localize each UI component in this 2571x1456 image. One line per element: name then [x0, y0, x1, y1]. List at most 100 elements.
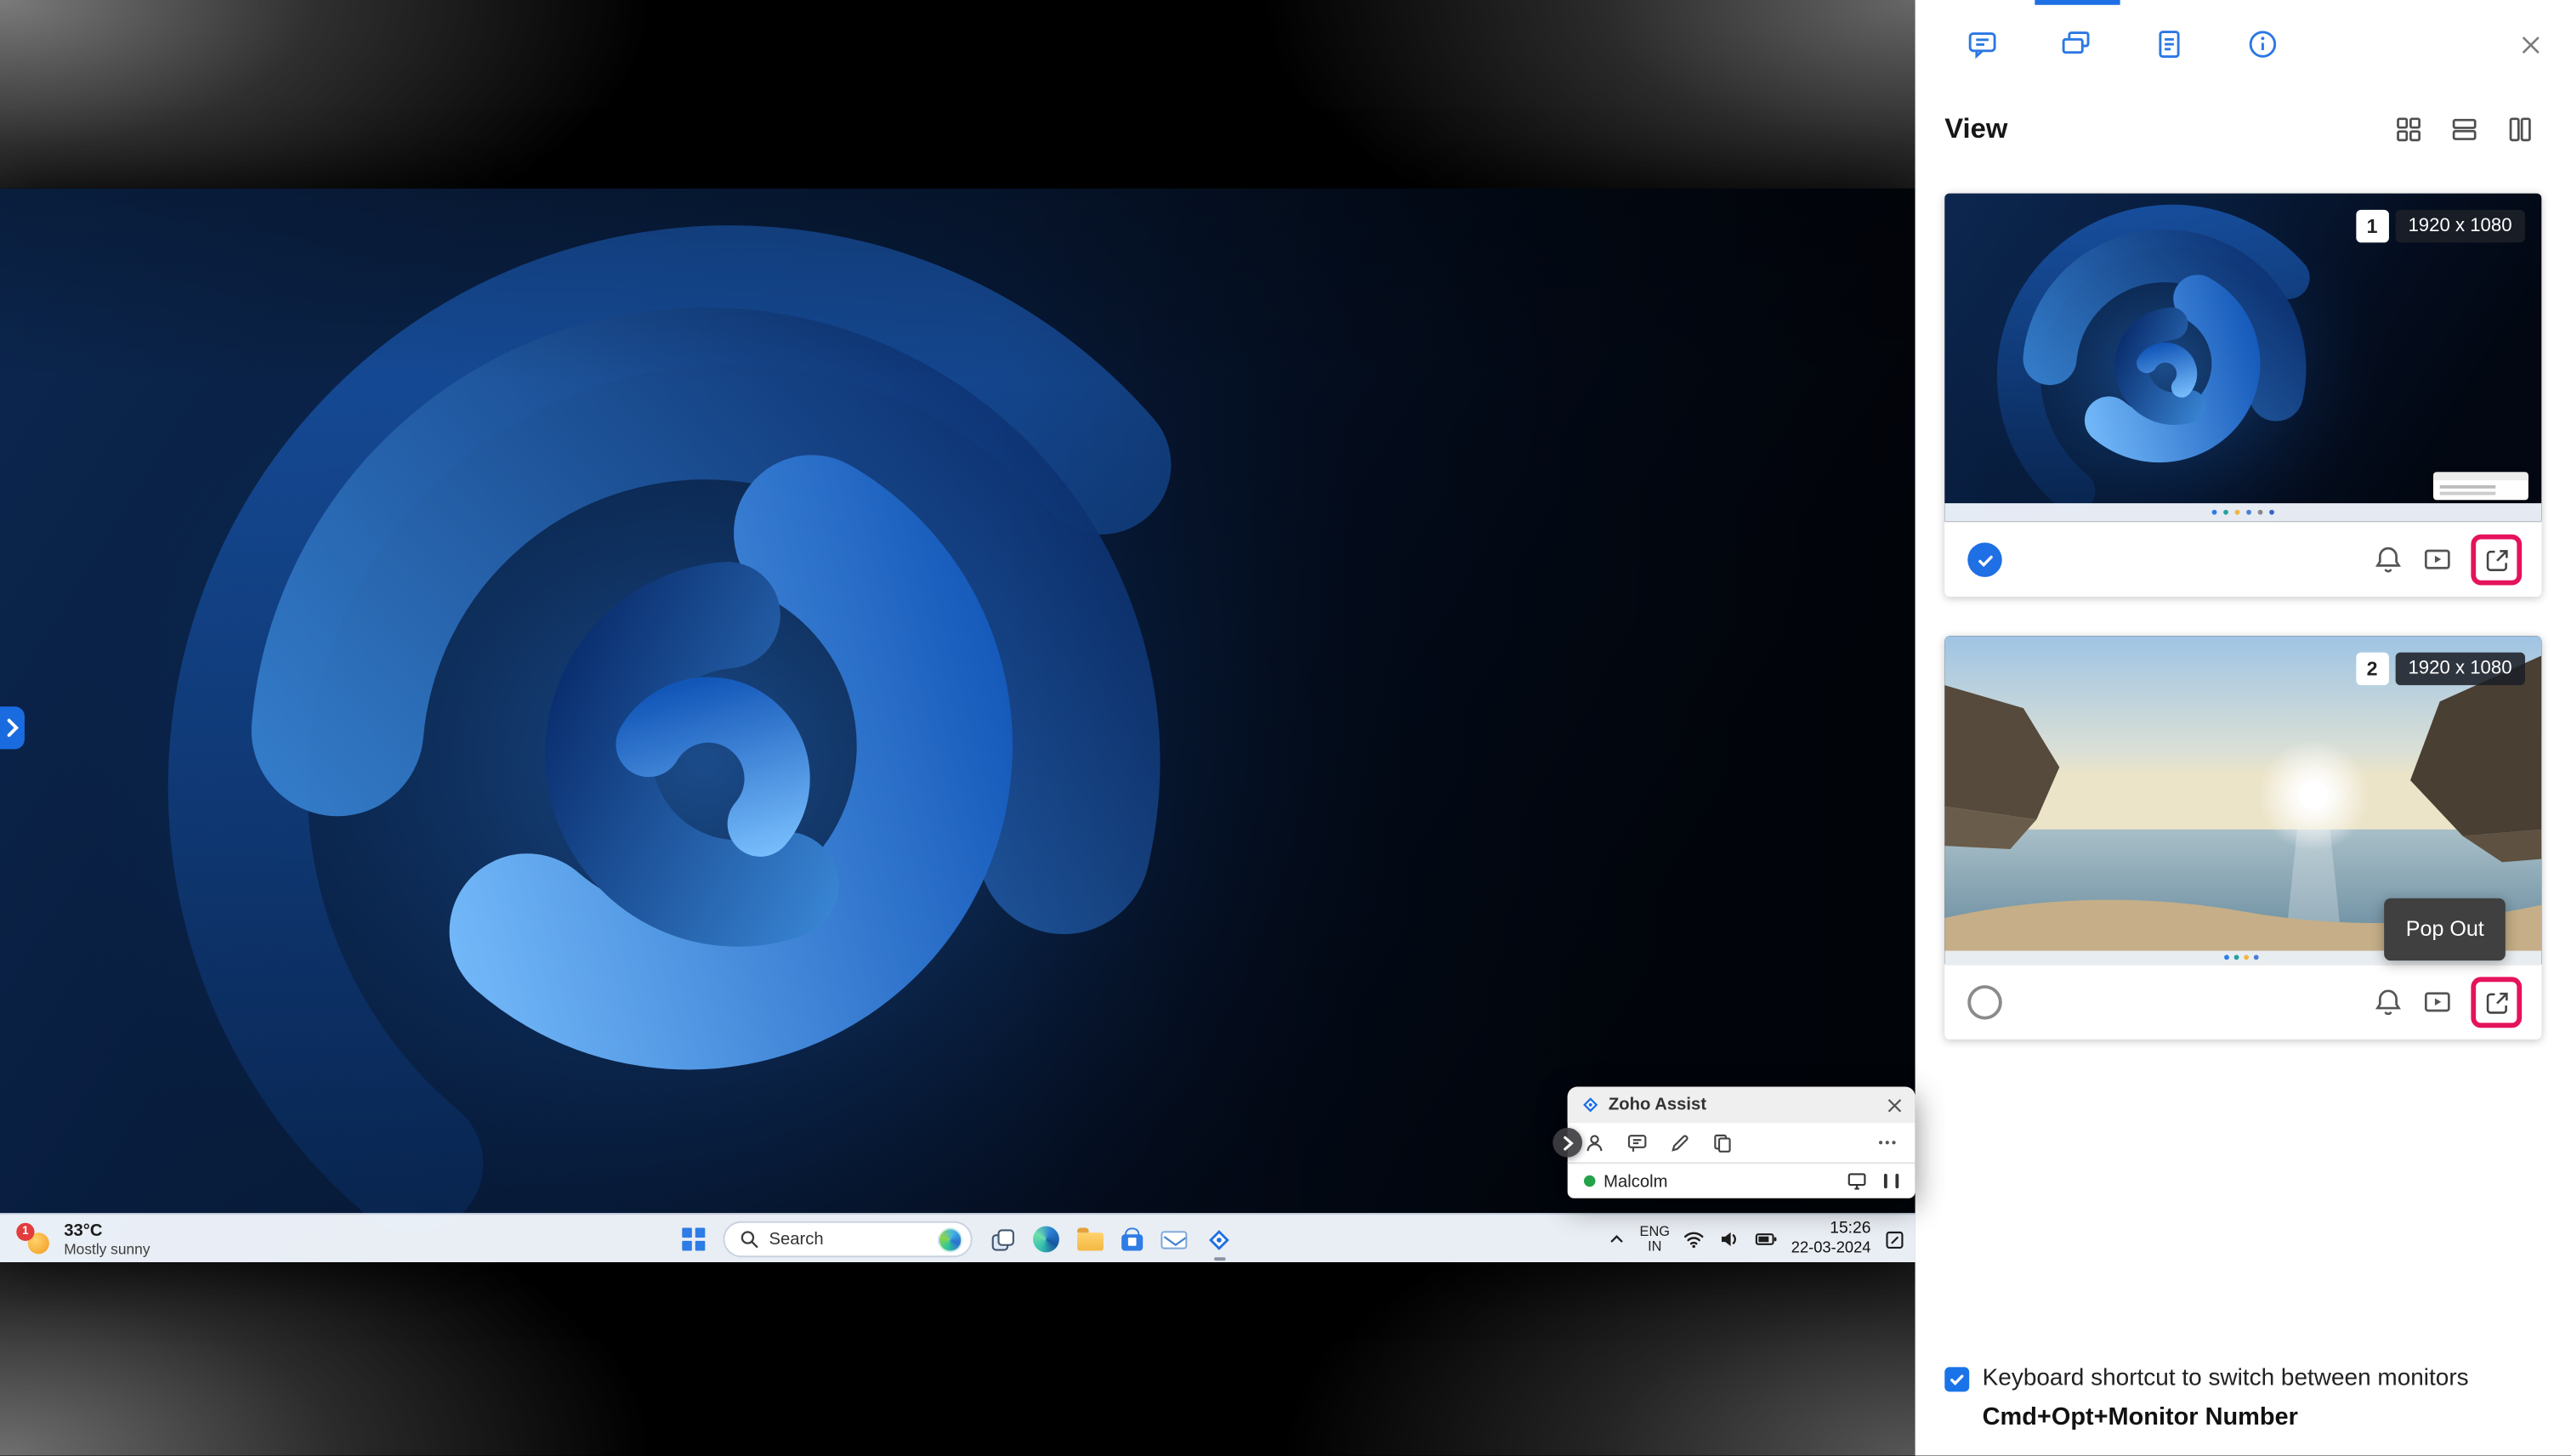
pause-session-button[interactable]: [1882, 1173, 1899, 1189]
tab-notes[interactable]: [2153, 28, 2186, 61]
close-icon: [1887, 1098, 1902, 1112]
pause-icon: [1882, 1173, 1887, 1189]
active-tab-indicator: [2035, 0, 2120, 5]
monitor-1-notify-button[interactable]: [2373, 544, 2404, 575]
chevron-right-icon: [1563, 1135, 1573, 1150]
chat-bubble-icon: [1968, 32, 1996, 59]
edge-icon: [1032, 1226, 1059, 1253]
close-panel-button[interactable]: [2518, 32, 2543, 57]
assist-side-panel: View 1 1920 x 1080 2 1920 x 1080 Pop Out…: [1915, 0, 2571, 1456]
grid-view-icon: [2397, 117, 2421, 142]
expand-session-panel-tab[interactable]: [0, 706, 25, 750]
monitor-card-1: 1 1920 x 1080: [1944, 193, 2542, 597]
copy-icon: [1714, 1133, 1731, 1152]
close-icon: [2522, 36, 2540, 54]
speaker-icon: [1722, 1232, 1737, 1247]
pop-out-highlight: [2471, 977, 2523, 1028]
language-region: IN: [1648, 1238, 1662, 1255]
monitor-1-preview[interactable]: 1 1920 x 1080: [1944, 193, 2542, 522]
search-label: Search: [769, 1229, 824, 1249]
monitor-number-badge: 2: [2355, 652, 2389, 686]
monitor-2-pop-out-button[interactable]: [2482, 988, 2511, 1017]
share-screen-icon: [2424, 992, 2450, 1012]
mail-button[interactable]: [1161, 1230, 1188, 1249]
weather-temp: 33°C: [64, 1221, 103, 1241]
monitor-2-notify-button[interactable]: [2373, 987, 2404, 1018]
check-icon: [1950, 1374, 1964, 1385]
more-options-button[interactable]: [1876, 1131, 1898, 1154]
monitor-2-select-radio[interactable]: [1967, 985, 2002, 1020]
remote-session-screen: 1 33°C Mostly sunny Search ENG IN 15:26 …: [0, 0, 2571, 1456]
pop-out-icon: [2485, 991, 2507, 1013]
list-view-icon: [2452, 118, 2477, 140]
info-icon: [2249, 31, 2277, 58]
pop-out-tooltip: Pop Out: [2384, 898, 2506, 961]
zoho-assist-taskbar-button[interactable]: [1205, 1226, 1233, 1261]
pen-workspace-icon: [1886, 1230, 1904, 1249]
monitor-2-share-screen-button[interactable]: [2421, 987, 2453, 1018]
running-app-indicator: [1213, 1256, 1225, 1261]
mini-assist-window: [2432, 472, 2528, 501]
annotate-button[interactable]: [1669, 1132, 1690, 1153]
monitor-number-badge: 1: [2355, 209, 2389, 243]
tray-date: 22-03-2024: [1791, 1239, 1871, 1258]
monitor-1-pop-out-button[interactable]: [2482, 545, 2511, 575]
edge-browser-button[interactable]: [1032, 1226, 1059, 1253]
tray-time: 15:26: [1830, 1220, 1871, 1238]
view-title: View: [1944, 113, 2008, 144]
search-highlight-icon: [938, 1227, 963, 1252]
widgets-weather[interactable]: 1 33°C Mostly sunny: [16, 1215, 150, 1264]
column-view-button[interactable]: [2506, 115, 2535, 144]
letterbox-top: [0, 0, 1915, 189]
list-view-button[interactable]: [2449, 115, 2479, 144]
tab-chat[interactable]: [1966, 28, 1999, 61]
assist-status-row: Malcolm: [1567, 1162, 1915, 1198]
shortcut-checkbox[interactable]: [1944, 1367, 1970, 1392]
mail-envelope-icon: [1161, 1230, 1188, 1249]
start-button[interactable]: [682, 1227, 706, 1251]
monitor-1-share-screen-button[interactable]: [2421, 544, 2453, 575]
close-assist-window-button[interactable]: [1887, 1097, 1902, 1112]
chevron-up-icon: [1610, 1235, 1623, 1243]
chat-icon: [1627, 1134, 1647, 1151]
check-icon: [1978, 554, 1992, 567]
collapse-toolbar-button[interactable]: [1552, 1127, 1583, 1158]
assist-window-titlebar[interactable]: Zoho Assist: [1567, 1086, 1915, 1124]
session-chat-button[interactable]: [1626, 1132, 1648, 1153]
tab-monitors[interactable]: [2059, 28, 2092, 61]
shortcut-note: Keyboard shortcut to switch between moni…: [1944, 1364, 2541, 1431]
person-icon: [1586, 1134, 1603, 1151]
tray-overflow-button[interactable]: [1607, 1229, 1626, 1249]
battery-button[interactable]: [1755, 1227, 1778, 1250]
view-header: View: [1915, 95, 2571, 164]
search-icon: [741, 1231, 758, 1249]
monitors-icon: [2062, 31, 2090, 54]
monitor-2-actions: [1944, 963, 2542, 1040]
monitor-1-actions: [1944, 521, 2542, 597]
network-button[interactable]: [1683, 1227, 1705, 1250]
notes-icon: [2159, 31, 2180, 58]
wifi-icon: [1684, 1232, 1705, 1249]
letterbox-bottom: [0, 1261, 1915, 1456]
pop-out-highlight: [2471, 534, 2523, 586]
shortcut-label: Keyboard shortcut to switch between moni…: [1982, 1365, 2469, 1392]
language-switcher[interactable]: ENG IN: [1640, 1224, 1671, 1255]
tab-info[interactable]: [2246, 28, 2279, 61]
monitor-switch-button[interactable]: [1846, 1170, 1867, 1192]
participants-button[interactable]: [1584, 1132, 1605, 1153]
assist-tool-row: [1568, 1123, 1915, 1162]
copy-clipboard-button[interactable]: [1711, 1132, 1733, 1153]
volume-button[interactable]: [1719, 1227, 1742, 1250]
monitor-resolution-badge: 1920 x 1080: [2395, 652, 2525, 686]
microsoft-store-button[interactable]: [1121, 1227, 1144, 1250]
clock[interactable]: 15:26 22-03-2024: [1791, 1220, 1871, 1258]
connected-user-name: Malcolm: [1603, 1170, 1668, 1192]
task-view-button[interactable]: [990, 1227, 1015, 1252]
file-explorer-button[interactable]: [1077, 1227, 1104, 1250]
bell-icon: [2375, 989, 2401, 1016]
grid-view-button[interactable]: [2394, 115, 2424, 144]
taskbar-search-box[interactable]: Search: [723, 1221, 973, 1258]
more-dots-icon: [1878, 1141, 1896, 1145]
monitor-1-select-radio[interactable]: [1967, 542, 2002, 577]
pen-workspace-button[interactable]: [1884, 1228, 1905, 1249]
